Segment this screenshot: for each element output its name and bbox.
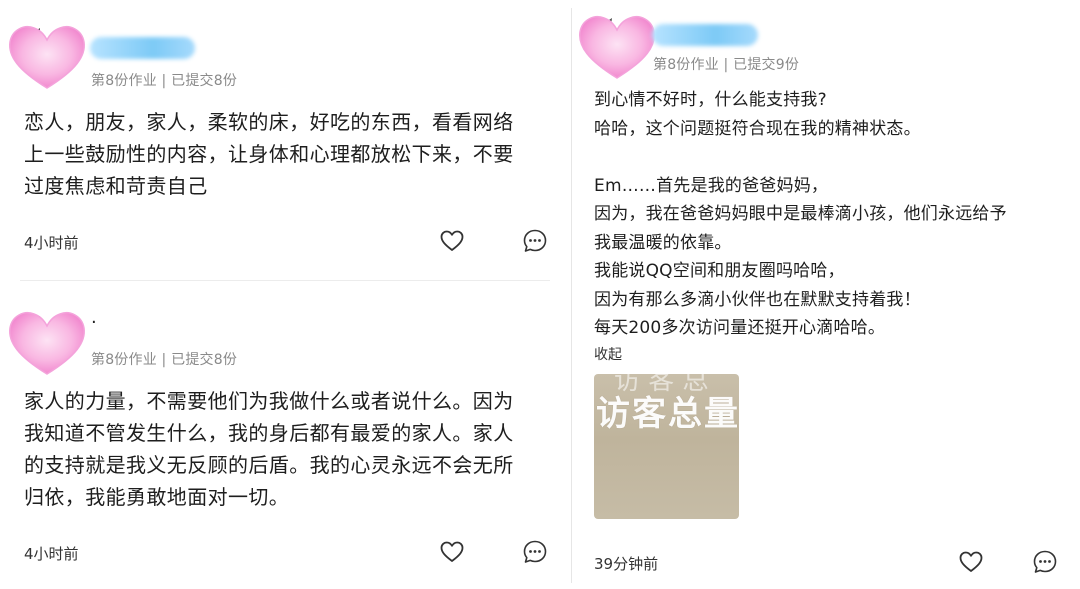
content-line: 我最温暖的依靠。 xyxy=(594,232,732,253)
post-time: 4小时前 xyxy=(24,545,79,563)
assignment-meta: 第8份作业 | 已提交8份 xyxy=(91,73,238,89)
comment-bubble-icon xyxy=(523,229,547,252)
content-line: 到心情不好时，什么能支持我? xyxy=(594,90,827,110)
content-line: 家人的力量，不需要他们为我做什么或者说什么。因为 xyxy=(24,389,514,413)
column-divider xyxy=(571,8,572,583)
assignment-meta: 第8份作业 | 已提交8份 xyxy=(91,352,238,368)
content-line: 哈哈，这个问题挺符合现在我的精神状态。 xyxy=(594,118,921,139)
heart-outline-icon xyxy=(959,551,983,572)
username[interactable]: · xyxy=(91,314,97,332)
post-content: 恋人，朋友，家人，柔软的床，好吃的东西，看看网络 上一些鼓励性的内容，让身体和心… xyxy=(24,106,514,202)
content-line: 过度焦虑和苛责自己 xyxy=(24,174,208,198)
heart-avatar-icon xyxy=(9,312,85,375)
content-line: 我能说QQ空间和朋友圈吗哈哈， xyxy=(594,261,845,281)
assignment-meta: 第8份作业 | 已提交9份 xyxy=(653,57,800,73)
content-line: 因为有那么多滴小伙伴也在默默支持着我！ xyxy=(594,289,921,310)
attachment-image[interactable]: 访 客 总 访客总量 xyxy=(594,374,739,519)
like-button[interactable] xyxy=(439,539,465,565)
avatar[interactable] xyxy=(6,308,88,378)
comment-button[interactable] xyxy=(1032,549,1058,575)
content-line xyxy=(594,143,1007,172)
collapse-link[interactable]: 收起 xyxy=(594,344,622,364)
username-blurred[interactable] xyxy=(652,24,758,46)
content-line: 每天200多次访问量还挺开心滴哈哈。 xyxy=(594,318,886,338)
comment-bubble-icon xyxy=(1033,550,1057,573)
avatar[interactable] xyxy=(6,22,88,92)
comment-button[interactable] xyxy=(522,228,548,254)
comment-button[interactable] xyxy=(522,539,548,565)
content-line: 归依，我能勇敢地面对一切。 xyxy=(24,485,290,509)
comment-bubble-icon xyxy=(523,540,547,563)
heart-avatar-icon xyxy=(579,16,655,79)
like-button[interactable] xyxy=(958,549,984,575)
content-line: 的支持就是我义无反顾的后盾。我的心灵永远不会无所 xyxy=(24,453,514,477)
post-divider xyxy=(20,280,550,281)
heart-outline-icon xyxy=(440,541,464,562)
heart-outline-icon xyxy=(440,230,464,251)
image-text: 访客总量 xyxy=(596,394,739,434)
post-content: 家人的力量，不需要他们为我做什么或者说什么。因为 我知道不管发生什么，我的身后都… xyxy=(24,385,514,513)
content-line: 我知道不管发生什么，我的身后都有最爱的家人。家人 xyxy=(24,421,514,445)
like-button[interactable] xyxy=(439,228,465,254)
content-line: 上一些鼓励性的内容，让身体和心理都放松下来，不要 xyxy=(24,142,514,166)
content-line: Em……首先是我的爸爸妈妈， xyxy=(594,175,829,196)
username-blurred[interactable] xyxy=(90,37,195,59)
avatar[interactable] xyxy=(576,12,658,82)
content-line: 因为，我在爸爸妈妈眼中是最棒滴小孩，他们永远给予 xyxy=(594,204,1007,224)
content-line: 恋人，朋友，家人，柔软的床，好吃的东西，看看网络 xyxy=(24,110,514,134)
post-time: 4小时前 xyxy=(24,234,79,252)
post-content: 到心情不好时，什么能支持我? 哈哈，这个问题挺符合现在我的精神状态。 Em……首… xyxy=(594,86,1007,343)
heart-avatar-icon xyxy=(9,26,85,89)
post-time: 39分钟前 xyxy=(594,555,659,573)
